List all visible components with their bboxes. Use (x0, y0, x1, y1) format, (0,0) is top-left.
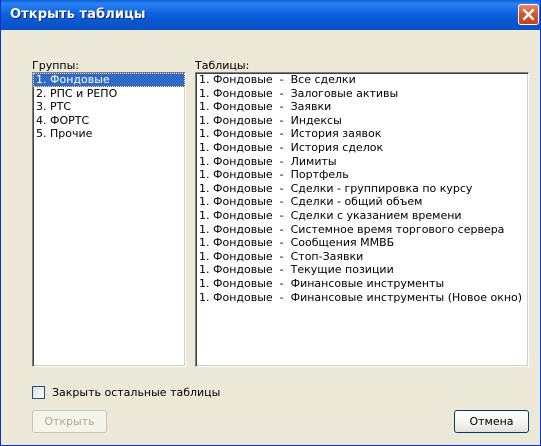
tables-list-item[interactable]: 1. Фондовые - Стоп-Заявки (196, 250, 528, 264)
groups-list-item[interactable]: 4. ФОРТС (33, 114, 185, 128)
groups-label: Группы: (32, 59, 79, 72)
close-others-label[interactable]: Закрыть остальные таблицы (52, 386, 220, 399)
groups-list-item[interactable]: 5. Прочие (33, 127, 185, 141)
open-button[interactable]: Открыть (32, 410, 107, 433)
tables-list-item[interactable]: 1. Фондовые - История сделок (196, 141, 528, 155)
tables-list-item[interactable]: 1. Фондовые - История заявок (196, 127, 528, 141)
tables-list-item[interactable]: 1. Фондовые - Системное время торгового … (196, 223, 528, 237)
tables-listbox[interactable]: 1. Фондовые - Все сделки 1. Фондовые - За… (195, 72, 529, 367)
tables-list-item[interactable]: 1. Фондовые - Лимиты (196, 155, 528, 169)
tables-list-item[interactable]: 1. Фондовые - Все сделки (196, 73, 528, 87)
tables-list-item[interactable]: 1. Фондовые - Сделки с указанием времени (196, 209, 528, 223)
tables-list-item[interactable]: 1. Фондовые - Текущие позиции (196, 263, 528, 277)
tables-list-item[interactable]: 1. Фондовые - Заявки (196, 100, 528, 114)
open-tables-dialog: Открыть таблицы Группы: 1. Фондовые 2. РП… (0, 0, 541, 446)
tables-list-item[interactable]: 1. Фондовые - Залоговые активы (196, 87, 528, 101)
cancel-button[interactable]: Отмена (454, 410, 529, 433)
tables-list-item[interactable]: 1. Фондовые - Портфель (196, 168, 528, 182)
window-title: Открыть таблицы (10, 7, 146, 22)
tables-list-item[interactable]: 1. Фондовые - Сообщения ММВБ (196, 236, 528, 250)
tables-list-item[interactable]: 1. Фондовые - Индексы (196, 114, 528, 128)
tables-list-item[interactable]: 1. Фондовые - Финансовые инструменты (196, 277, 528, 291)
close-button[interactable] (518, 4, 539, 25)
groups-list-item[interactable]: 1. Фондовые (33, 73, 185, 87)
tables-list-item[interactable]: 1. Фондовые - Сделки - общий объем (196, 195, 528, 209)
close-others-checkbox[interactable] (32, 386, 45, 399)
tables-list-item[interactable]: 1. Фондовые - Сделки - группировка по ку… (196, 182, 528, 196)
groups-list-item[interactable]: 2. РПС и РЕПО (33, 87, 185, 101)
tables-label: Таблицы: (195, 59, 250, 72)
title-bar[interactable]: Открыть таблицы (1, 0, 540, 30)
close-icon (522, 8, 535, 21)
groups-list-item[interactable]: 3. РТС (33, 100, 185, 114)
groups-listbox[interactable]: 1. Фондовые 2. РПС и РЕПО 3. РТС 4. ФОРТС 5.… (32, 72, 186, 367)
tables-list-item[interactable]: 1. Фондовые - Финансовые инструменты (Но… (196, 291, 528, 305)
